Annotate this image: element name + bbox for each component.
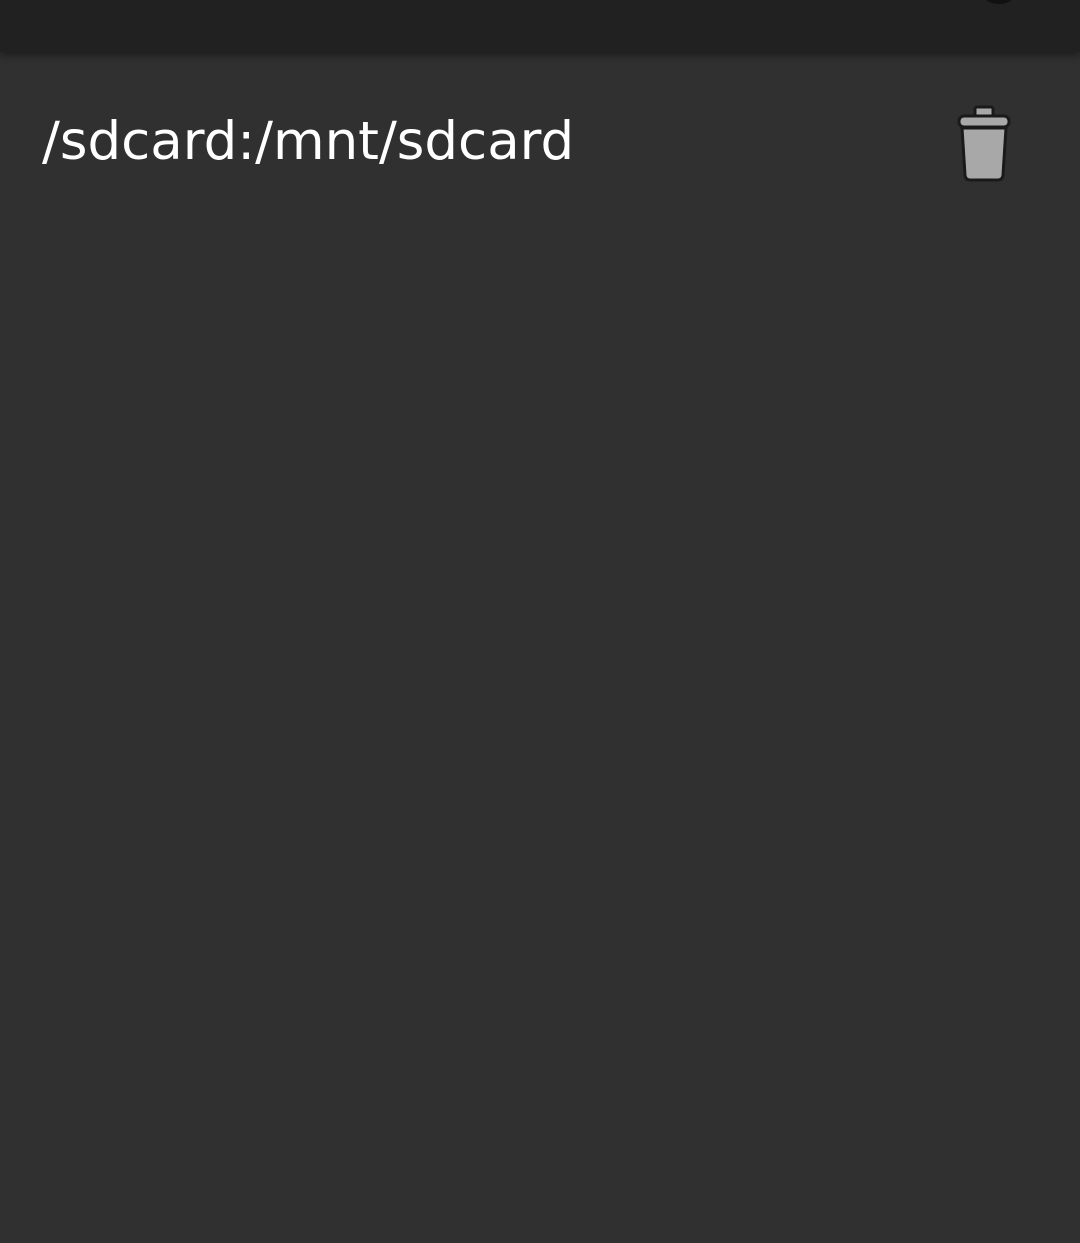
delete-button[interactable] — [944, 96, 1024, 192]
trash-icon — [954, 105, 1014, 183]
storage-path-label: /sdcard:/mnt/sdcard — [42, 111, 575, 172]
storage-list-item[interactable]: /sdcard:/mnt/sdcard — [0, 92, 1080, 196]
top-app-bar — [0, 0, 1080, 52]
storage-list: /sdcard:/mnt/sdcard — [0, 52, 1080, 1243]
toolbar-partial-icon[interactable] — [984, 0, 1014, 4]
